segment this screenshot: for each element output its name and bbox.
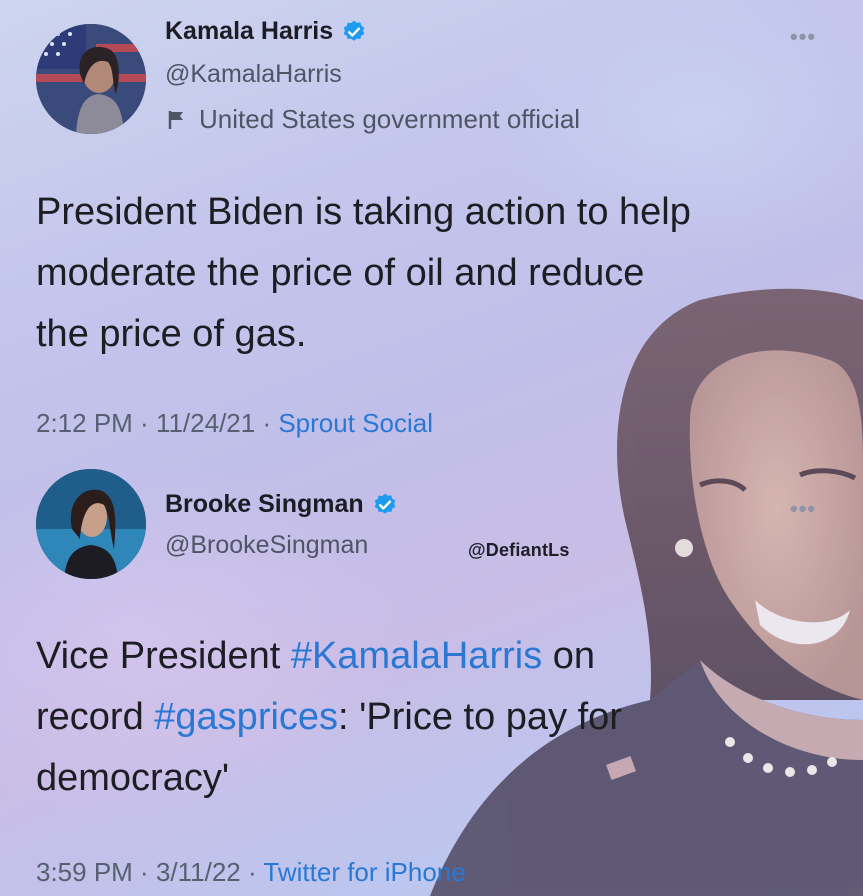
tweet-time[interactable]: 3:59 PM bbox=[36, 857, 133, 887]
author-handle[interactable]: @KamalaHarris bbox=[165, 60, 342, 89]
meta-separator: · bbox=[132, 857, 156, 887]
text-segment: Vice President bbox=[36, 635, 291, 677]
tweet-text: Vice President #KamalaHarris on record #… bbox=[36, 626, 836, 809]
meta-separator: · bbox=[255, 408, 279, 438]
author-name[interactable]: Brooke Singman bbox=[165, 490, 398, 519]
watermark: @DefiantLs bbox=[468, 540, 570, 560]
author-name-text: Kamala Harris bbox=[165, 17, 334, 45]
account-label: United States government official bbox=[165, 104, 580, 135]
hashtag-link[interactable]: #gasprices bbox=[154, 696, 338, 738]
meta-separator: · bbox=[240, 857, 264, 887]
tweet-time[interactable]: 2:12 PM bbox=[36, 408, 133, 438]
tweet-text: President Biden is taking action to help… bbox=[36, 191, 691, 355]
author-name[interactable]: Kamala Harris bbox=[165, 17, 367, 46]
more-icon[interactable]: ••• bbox=[790, 496, 816, 522]
tweet-date[interactable]: 3/11/22 bbox=[156, 857, 241, 887]
author-name-text: Brooke Singman bbox=[165, 490, 364, 518]
verified-badge-icon bbox=[343, 20, 365, 41]
tweet-meta: 2:12 PM · 11/24/21 · Sprout Social bbox=[36, 408, 433, 439]
tweet-meta: 3:59 PM · 3/11/22 · Twitter for iPhone bbox=[36, 857, 466, 888]
meta-separator: · bbox=[132, 408, 156, 438]
avatar[interactable] bbox=[36, 24, 146, 134]
tweet-source[interactable]: Twitter for iPhone bbox=[263, 857, 465, 887]
more-icon[interactable]: ••• bbox=[790, 24, 816, 50]
hashtag-link[interactable]: #KamalaHarris bbox=[291, 635, 542, 677]
account-label-text: United States government official bbox=[199, 104, 581, 134]
avatar[interactable] bbox=[36, 469, 146, 579]
flag-icon bbox=[168, 110, 183, 129]
tweet-source[interactable]: Sprout Social bbox=[278, 408, 433, 438]
tweet-date[interactable]: 11/24/21 bbox=[156, 408, 255, 438]
author-handle[interactable]: @BrookeSingman bbox=[165, 531, 368, 560]
verified-badge-icon bbox=[374, 493, 395, 514]
